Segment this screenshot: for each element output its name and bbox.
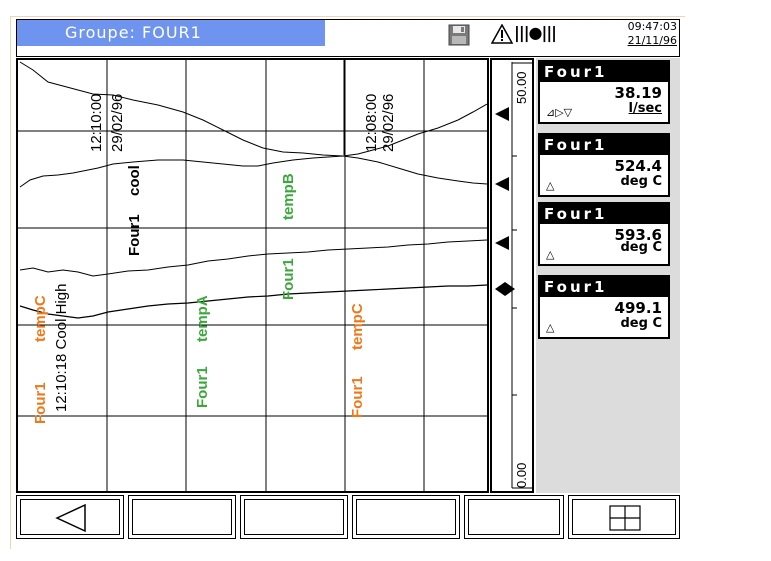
back-button[interactable] — [16, 495, 124, 539]
grid-view-button-inner — [572, 499, 676, 535]
alarm-triangle-icon: △ — [546, 179, 555, 192]
trace-tempB — [19, 155, 487, 188]
panel-name: Four1 — [540, 204, 668, 224]
tempA-label-a: Four1 — [194, 366, 211, 408]
tempC-right-label-a: Four1 — [349, 376, 366, 418]
softkey-3[interactable] — [240, 495, 348, 539]
trace-tempC — [19, 284, 487, 319]
pointer-trace-3 — [495, 236, 509, 250]
panel-value: 524.4 — [614, 157, 662, 175]
cool-high-alarm-text: 12:10:18 Cool High — [53, 283, 70, 412]
scale-min: 0.00 — [514, 462, 529, 488]
panel-value: 499.1 — [614, 299, 662, 317]
tempB-label-b: tempB — [280, 173, 297, 220]
tempC-left-label-a: Four1 — [32, 382, 49, 424]
scale-max: 50.00 — [514, 71, 529, 104]
cool-alarm-time: 12:10:00 — [88, 93, 105, 152]
trend-chart[interactable]: 12:10:00 29/02/96 cool Four1 tempB Four1… — [16, 58, 489, 493]
signal-bars-icon: |||●||| — [514, 23, 557, 42]
panel-unit: deg C — [620, 316, 663, 331]
softkey-4[interactable] — [352, 495, 460, 539]
softkey-row — [16, 495, 680, 545]
tempC-left-label-b: tempC — [32, 295, 49, 342]
softkey-5[interactable] — [464, 495, 564, 539]
value-panel-3[interactable]: Four1 593.6 deg C △ — [538, 202, 670, 266]
grid-icon — [609, 505, 641, 531]
trace-tempA — [19, 239, 487, 277]
back-arrow-icon — [55, 503, 86, 533]
event-date-2: 29/02/96 — [380, 93, 397, 152]
pointer-trace-2 — [495, 177, 509, 191]
value-panel-4[interactable]: Four1 499.1 deg C △ — [538, 275, 670, 339]
panel-name: Four1 — [540, 277, 668, 297]
group-title[interactable]: Groupe: FOUR1 — [17, 20, 325, 46]
floppy-disk-icon[interactable] — [448, 24, 470, 46]
cool-label-b: cool — [126, 165, 143, 196]
panel-unit: deg C — [620, 240, 663, 255]
panel-unit: l/sec — [628, 101, 662, 116]
event-time-2: 12:08:00 — [363, 93, 380, 152]
panel-value: 38.19 — [614, 84, 662, 102]
clock-time: 09:47:03 — [627, 20, 677, 33]
softkey-5-inner — [468, 499, 560, 535]
tempA-label-b: tempA — [194, 295, 211, 342]
softkey-2[interactable] — [128, 495, 236, 539]
clock: 09:47:03 21/11/96 — [582, 20, 677, 48]
warning-triangle-icon[interactable] — [491, 24, 513, 44]
alarm-triangle-icon: △ — [546, 321, 555, 334]
clock-date: 21/11/96 — [627, 34, 677, 47]
panel-unit: deg C — [620, 174, 663, 189]
value-panel-1[interactable]: Four1 38.19 l/sec ⊿▷▽ — [538, 60, 670, 124]
cool-alarm-date: 29/02/96 — [109, 93, 126, 152]
cool-label-a: Four1 — [126, 214, 143, 256]
panel-name: Four1 — [540, 62, 668, 82]
scale-svg — [495, 62, 532, 489]
alarm-triangle-icon: △ — [546, 248, 555, 261]
pointer-trace-1 — [495, 107, 509, 121]
tempC-right-label-b: tempC — [349, 303, 366, 350]
grid-view-button[interactable] — [568, 495, 680, 539]
scale-strip[interactable]: 50.00 0.00 — [490, 58, 534, 493]
header-bar: Groupe: FOUR1 — [16, 19, 680, 57]
softkey-3-inner — [244, 499, 344, 535]
back-button-inner — [20, 499, 120, 535]
panel-name: Four1 — [540, 135, 668, 155]
softkey-4-inner — [356, 499, 456, 535]
tempB-label-a: Four1 — [280, 258, 297, 300]
alarm-symbols-icon: ⊿▷▽ — [546, 106, 573, 119]
softkey-2-inner — [132, 499, 232, 535]
value-panel-2[interactable]: Four1 524.4 deg C △ — [538, 133, 670, 197]
